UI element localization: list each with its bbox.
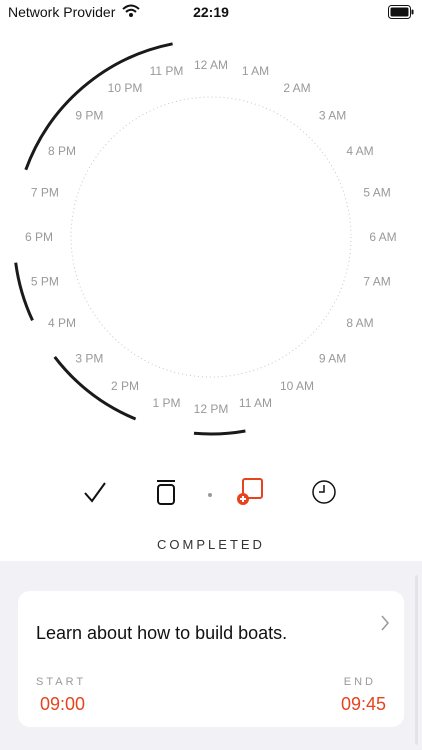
task-arc[interactable] xyxy=(193,429,246,436)
hour-label: 7 AM xyxy=(363,275,390,289)
scrollbar[interactable] xyxy=(415,575,418,745)
add-task-button[interactable] xyxy=(232,476,268,512)
hour-label: 4 PM xyxy=(48,316,76,330)
task-list-area: Learn about how to build boats. START 09… xyxy=(0,561,422,750)
trash-icon xyxy=(155,478,177,511)
start-time[interactable]: 09:00 xyxy=(40,694,85,715)
clock-time: 22:19 xyxy=(193,4,229,20)
add-task-icon xyxy=(234,477,266,512)
hour-label: 10 PM xyxy=(108,81,143,95)
hour-label: 8 AM xyxy=(346,316,373,330)
hour-label: 3 PM xyxy=(75,352,103,366)
dial-inner-circle xyxy=(70,96,352,378)
checkmark-icon xyxy=(83,481,107,508)
hour-label: 11 AM xyxy=(239,396,272,410)
hour-label: 10 AM xyxy=(280,379,314,393)
day-dial[interactable]: 12 AM 1 AM 2 AM 3 AM 4 AM 5 AM 6 AM 7 AM 8 AM 9 A… xyxy=(0,40,422,440)
hour-label: 7 PM xyxy=(31,186,59,200)
chevron-right-icon[interactable] xyxy=(380,615,390,636)
complete-button[interactable] xyxy=(77,476,113,512)
end-time[interactable]: 09:45 xyxy=(341,694,386,715)
hour-label: 5 PM xyxy=(31,275,59,289)
task-arc[interactable] xyxy=(14,262,34,322)
hour-label: 2 PM xyxy=(111,379,139,393)
delete-button[interactable] xyxy=(148,476,184,512)
hour-label: 9 AM xyxy=(319,352,346,366)
start-label: START xyxy=(36,676,87,688)
hour-label: 11 PM xyxy=(150,64,184,78)
status-bar: Network Provider 22:19 xyxy=(0,0,422,24)
clock-icon xyxy=(311,479,337,510)
task-title: Learn about how to build boats. xyxy=(36,623,288,643)
hour-label: 9 PM xyxy=(75,108,103,122)
hour-label: 6 AM xyxy=(369,230,396,244)
hour-label: 6 PM xyxy=(25,230,53,244)
hour-label: 8 PM xyxy=(48,144,76,158)
task-toolbar xyxy=(0,476,422,516)
hour-label: 5 AM xyxy=(363,186,390,200)
battery-icon xyxy=(388,5,414,24)
hour-label: 1 AM xyxy=(242,64,269,78)
hour-label: 12 PM xyxy=(194,402,229,416)
hour-label: 1 PM xyxy=(152,396,180,410)
hour-label: 3 AM xyxy=(319,108,346,122)
task-status-label: COMPLETED xyxy=(157,537,265,552)
hour-label: 4 AM xyxy=(346,144,373,158)
separator-dot-icon xyxy=(207,485,213,503)
schedule-button[interactable] xyxy=(306,476,342,512)
hour-label: 2 AM xyxy=(283,81,310,95)
end-label: END xyxy=(343,676,376,688)
hour-label: 12 AM xyxy=(194,58,228,72)
task-card[interactable]: Learn about how to build boats. START 09… xyxy=(18,591,404,727)
separator-dot xyxy=(192,476,228,512)
